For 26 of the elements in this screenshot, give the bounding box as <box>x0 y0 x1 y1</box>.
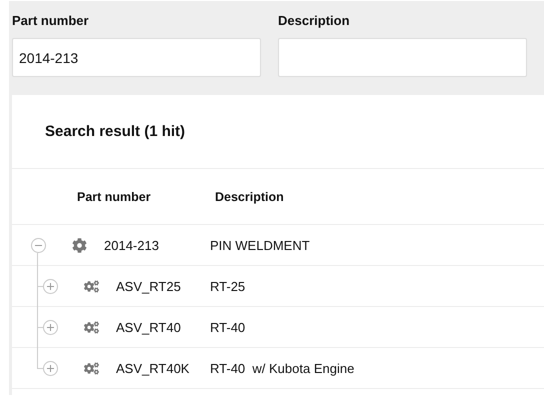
gears-icon <box>84 278 99 294</box>
result-title: Search result (1 hit) <box>45 123 186 140</box>
part-number: ASV_RT25 <box>116 278 181 294</box>
expand-button[interactable] <box>43 320 58 335</box>
part-number: 2014-213 <box>104 238 159 252</box>
plus-icon <box>46 282 55 291</box>
gears-icon <box>84 360 99 376</box>
expand-button[interactable] <box>43 361 58 376</box>
field-label: Part number <box>12 13 90 28</box>
part-number: ASV_RT40K <box>116 360 190 376</box>
search-field[interactable]: 2014-213 <box>12 38 261 77</box>
plus-icon <box>46 323 55 332</box>
description: RT-40 <box>210 320 246 334</box>
search-field[interactable] <box>278 38 527 77</box>
collapse-button[interactable] <box>31 238 46 253</box>
column-header: Description <box>214 190 285 204</box>
description: RT-25 <box>210 278 246 294</box>
column-header: Part number <box>76 190 152 204</box>
part-number: ASV_RT40 <box>116 320 181 334</box>
gears-icon <box>84 320 99 334</box>
expand-button[interactable] <box>43 279 58 294</box>
field-label: Description <box>278 13 351 28</box>
gear-icon <box>72 238 87 252</box>
description: RT-40 w/ Kubota Engine <box>210 360 354 376</box>
plus-icon <box>46 364 55 373</box>
description: PIN WELDMENT <box>210 238 310 252</box>
